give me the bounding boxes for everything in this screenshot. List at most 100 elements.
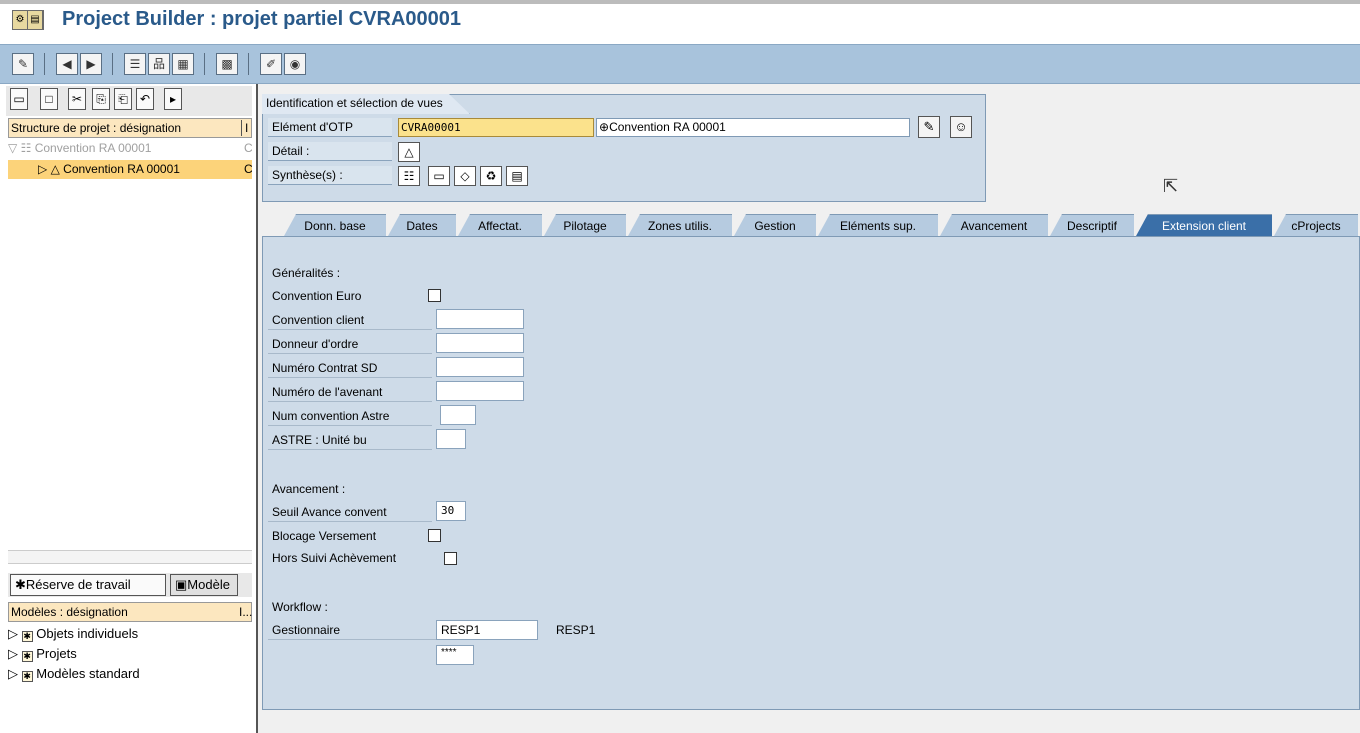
tab-zones-utilis[interactable]: Zones utilis. [628,214,732,236]
password-input[interactable]: **** [436,645,474,665]
model-item[interactable]: ▷ ✱ Modèles standard [8,664,252,684]
expand-icon[interactable]: ▷ [8,162,47,176]
tree-header-col2: I [245,121,249,135]
tab-cprojects[interactable]: cProjects [1274,214,1358,236]
tab-donn-base[interactable]: Donn. base [284,214,386,236]
panel-splitter[interactable] [8,550,252,564]
collapse-icon[interactable]: ▽ [8,141,17,155]
field-label: Convention client [268,310,432,330]
page-title: Project Builder : projet partiel CVRA000… [62,8,462,30]
hors-suivi-checkbox[interactable] [444,552,457,565]
tree-node-project[interactable]: ▽ ☷ Convention RA 00001 C [8,139,252,158]
convention-client-input[interactable] [436,309,524,329]
field-label: Donneur d'ordre [268,334,432,354]
tab-dates[interactable]: Dates [388,214,456,236]
application-toolbar: ✎ ◀ ▶ ☰ 品 ▦ ▩ ✐ ◉ [0,44,1360,84]
tab-affectat[interactable]: Affectat. [458,214,542,236]
gestionnaire-input[interactable]: RESP1 [436,620,538,640]
num-convention-input[interactable] [440,405,476,425]
tab-pilotage[interactable]: Pilotage [544,214,626,236]
blocage-checkbox[interactable] [428,529,441,542]
donneur-ordre-input[interactable] [436,333,524,353]
otp-input[interactable]: CVRA00001 [398,118,594,137]
hierarchy-icon[interactable]: ☰ [124,53,146,75]
field-label: Seuil Avance convent [268,502,432,522]
models-header[interactable]: Modèles : désignation I... [8,602,252,622]
document-icon[interactable]: ▤ [506,166,528,186]
warning-icon: △ [50,162,60,176]
tree-node-label: Convention RA 00001 [63,162,180,176]
gantt-icon[interactable]: ▦ [172,53,194,75]
asterisk-icon: ✱ [21,631,33,642]
tab-gestion[interactable]: Gestion [734,214,816,236]
network-view-icon[interactable]: ♻ [480,166,502,186]
more-icon[interactable]: ▸ [164,88,182,110]
settings-icon[interactable]: ◉ [284,53,306,75]
link-icon: ⊕ [599,120,610,134]
app-menu-icon[interactable]: ⚙ ▤ [12,10,44,30]
field-label: Hors Suivi Achèvement [272,551,397,565]
astre-unite-input[interactable] [436,429,466,449]
tree-header-label: Structure de projet : désignation [11,121,182,135]
model-label: Objets individuels [36,626,139,641]
calendar-icon[interactable]: ▩ [216,53,238,75]
milestone-icon[interactable]: ◇ [454,166,476,186]
tree-header[interactable]: Structure de projet : désignation I [8,118,252,138]
seuil-input[interactable]: 30 [436,501,466,521]
convention-euro-checkbox[interactable] [428,289,441,302]
column-divider [241,120,242,136]
mouse-pointer-icon: ⇱ [1163,176,1179,196]
numero-contrat-input[interactable] [436,357,524,377]
back-icon[interactable]: ◀ [56,53,78,75]
toolbar-separator [112,53,113,75]
template-icon: ▣ [175,577,188,592]
tree-area [8,180,252,550]
paste-icon[interactable]: ⎗ [114,88,132,110]
forward-icon[interactable]: ▶ [80,53,102,75]
warning-icon[interactable]: △ [398,142,420,162]
tab-descriptif[interactable]: Descriptif [1050,214,1134,236]
network-icon[interactable]: 品 [148,53,170,75]
edit-icon[interactable]: ✐ [260,53,282,75]
expand-icon[interactable]: ▷ [8,666,18,681]
models-header-label: Modèles : désignation [11,605,128,619]
folder-icon[interactable]: ▭ [10,88,28,110]
display-change-icon[interactable]: ✎ [12,53,34,75]
field-label: Numéro Contrat SD [268,358,432,378]
field-label: ASTRE : Unité bu [268,430,432,450]
tab-extension-client[interactable]: Extension client [1136,214,1272,236]
new-object-icon[interactable]: □ [40,88,58,110]
person-icon[interactable]: ☺ [950,116,972,138]
copy-icon[interactable]: ⎘ [92,88,110,110]
undo-icon[interactable]: ↶ [136,88,154,110]
edit-text-icon[interactable]: ✎ [918,116,940,138]
tab-avancement[interactable]: Avancement [940,214,1048,236]
bar-view-icon[interactable]: ▭ [428,166,450,186]
otp-description-text: Convention RA 00001 [609,120,726,134]
field-label: Numéro de l'avenant [268,382,432,402]
hierarchy-view-icon[interactable]: ☷ [398,166,420,186]
model-item[interactable]: ▷ ✱ Projets [8,644,252,664]
cut-icon[interactable]: ✂ [68,88,86,110]
tab-elements-sup[interactable]: Eléments sup. [818,214,938,236]
numero-avenant-input[interactable] [436,381,524,401]
tab-label: Réserve de travail [25,577,131,592]
identification-tab[interactable]: Identification et sélection de vues [262,94,470,114]
expand-icon[interactable]: ▷ [8,626,18,641]
tree-node-wbs[interactable]: ▷ △ Convention RA 00001 C [8,160,252,179]
bottom-bar [262,710,1360,733]
asterisk-icon: ✱ [21,671,33,682]
gestionnaire-text: RESP1 [556,623,596,637]
section-avancement: Avancement : [272,482,346,496]
expand-icon[interactable]: ▷ [8,646,18,661]
model-label: Projets [36,646,77,661]
asterisk-icon: ✱ [15,577,26,592]
project-icon: ☷ [20,141,32,155]
tree-node-label: Convention RA 00001 [34,141,152,155]
model-item[interactable]: ▷ ✱ Objets individuels [8,624,252,644]
tab-reserve[interactable]: ✱Réserve de travail [10,574,166,596]
model-label: Modèles standard [36,666,140,681]
section-generalites: Généralités : [272,266,341,280]
tab-modele[interactable]: ▣Modèle [170,574,238,596]
otp-description: ⊕Convention RA 00001 [596,118,910,137]
